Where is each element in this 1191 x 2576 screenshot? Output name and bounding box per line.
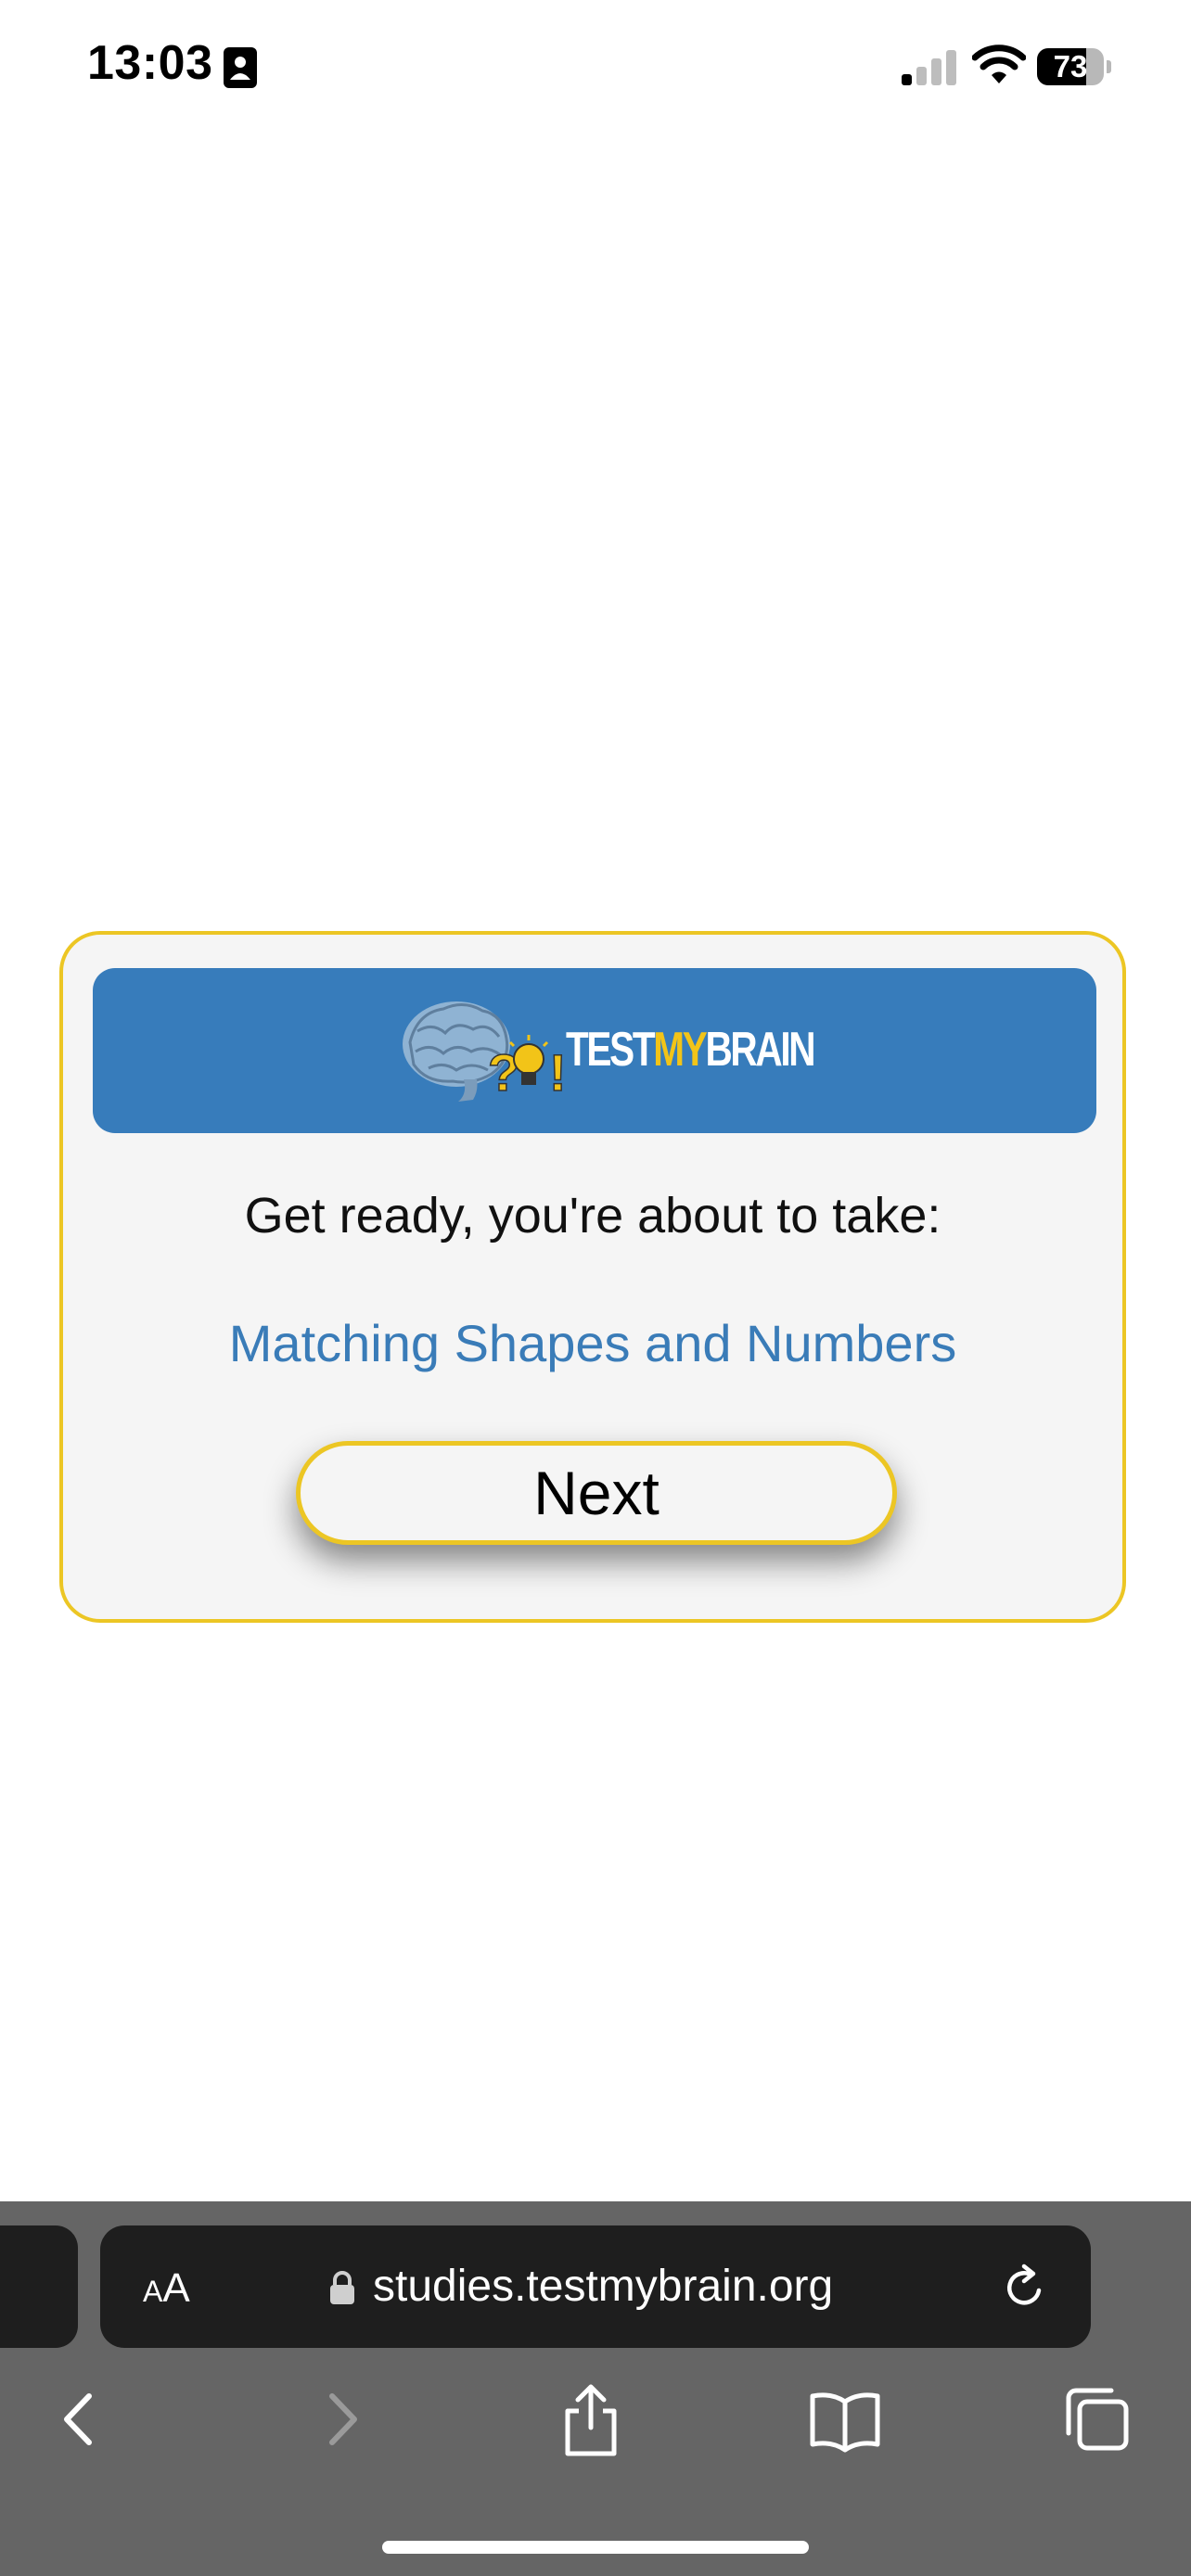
testmybrain-banner: ? ! TESTMYBRAIN (93, 968, 1096, 1133)
url-text[interactable]: studies.testmybrain.org (373, 2255, 833, 2318)
reload-icon[interactable] (1000, 2263, 1050, 2313)
text-size-button[interactable]: AA (143, 2263, 190, 2315)
back-icon[interactable] (39, 2378, 122, 2461)
home-indicator (382, 2541, 809, 2554)
wordmark-brain: BRAIN (705, 1023, 815, 1077)
battery-icon: 73 (1037, 48, 1111, 85)
cellular-signal-icon (902, 50, 956, 85)
forward-icon[interactable] (299, 2378, 382, 2461)
wordmark-test: TEST (566, 1023, 656, 1077)
logo-wordmark: TESTMYBRAIN (566, 1022, 816, 1078)
text-size-big: A (162, 2265, 190, 2311)
battery-level: 73 (1053, 49, 1088, 83)
contact-card-icon (224, 47, 257, 88)
browser-chrome: AA studies.testmybrain.org (0, 2201, 1191, 2576)
tabs-icon[interactable] (1056, 2378, 1139, 2461)
next-button[interactable]: Next (296, 1441, 897, 1545)
test-intro-card: ? ! TESTMYBRAIN Get ready, you're about … (59, 931, 1126, 1623)
bookmarks-icon[interactable] (803, 2378, 887, 2461)
previous-tab-peek[interactable] (0, 2225, 78, 2348)
share-icon[interactable] (549, 2378, 633, 2461)
test-name: Matching Shapes and Numbers (228, 1314, 957, 1372)
exclamation-icon: ! (548, 1042, 566, 1103)
svg-text:!: ! (549, 1043, 566, 1102)
text-size-small: A (143, 2275, 163, 2308)
intro-text: Get ready, you're about to take: (244, 1188, 941, 1243)
wifi-icon (972, 45, 1026, 83)
battery-body: 73 (1037, 48, 1104, 85)
lock-icon (330, 2271, 354, 2304)
status-bar: 13:03 73 (0, 0, 1191, 139)
address-bar[interactable]: AA studies.testmybrain.org (100, 2225, 1091, 2348)
browser-toolbar (0, 2368, 1191, 2480)
status-time: 13:03 (87, 36, 213, 90)
logo-graphic: ? ! (403, 1001, 566, 1103)
testmybrain-logo: ? ! TESTMYBRAIN (399, 994, 816, 1105)
wordmark-my: MY (653, 1023, 707, 1077)
battery-cap (1107, 60, 1111, 73)
